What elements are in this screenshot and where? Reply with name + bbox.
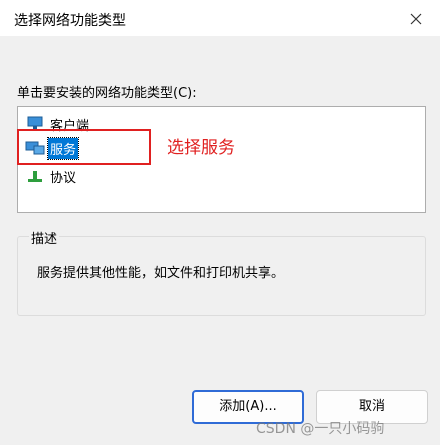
title-bar: 选择网络功能类型 [0,0,440,36]
list-item-protocol[interactable]: 协议 [24,165,78,187]
dialog-title: 选择网络功能类型 [14,13,126,29]
annotation-text: 选择服务 [167,138,235,158]
protocol-icon [24,167,46,185]
close-icon [410,13,422,25]
close-button[interactable] [404,8,428,30]
annotation-highlight-box [17,129,151,165]
watermark: CSDN @一只小码驹 [256,421,385,437]
list-item-label: 协议 [50,170,77,186]
description-text: 服务提供其他性能，如文件和打印机共享。 [37,266,285,281]
dialog-window: 选择网络功能类型 单击要安装的网络功能类型(C): 客户端 服务 协议 选择服务… [0,0,440,445]
list-label: 单击要安装的网络功能类型(C): [17,86,197,101]
description-title: 描述 [29,228,60,247]
